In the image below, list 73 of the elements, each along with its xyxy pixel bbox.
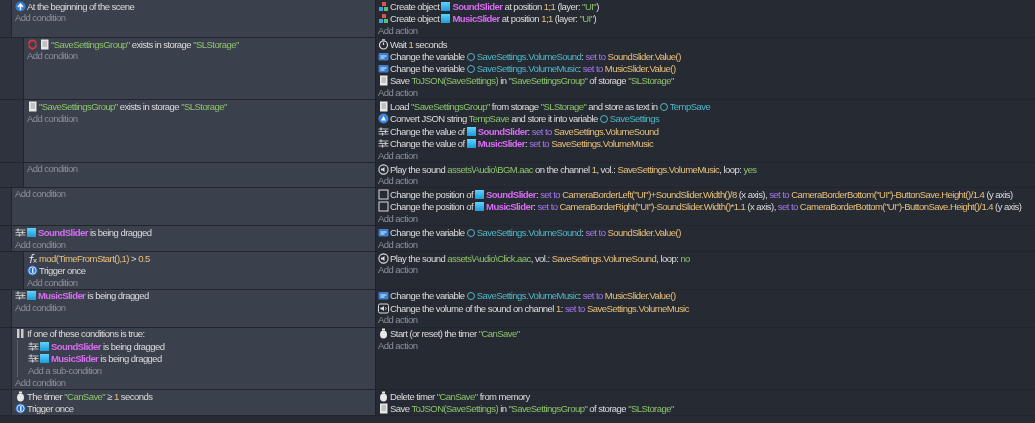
condition-text[interactable]: "SaveSettingsGroup" exists in storage "SLStorage" [51, 38, 239, 50]
action-text[interactable]: Wait 1 seconds [390, 38, 447, 50]
add-action-button[interactable]: Add action [378, 314, 418, 327]
action-text[interactable]: Delete timer "CanSave" from memory [390, 390, 530, 402]
speaker-icon [378, 163, 389, 175]
slider-icon [28, 340, 39, 352]
condition-text[interactable]: SoundSlider is being dragged [27, 227, 152, 238]
action-text[interactable]: Change the variable SaveSettings.VolumeSound: set to SoundSlider.Value() [390, 50, 681, 62]
condition-text[interactable]: SoundSlider is being dragged [40, 340, 165, 352]
variable-icon [378, 63, 389, 75]
trigger-icon [15, 403, 26, 415]
document-icon [27, 101, 38, 112]
volume-icon [378, 302, 389, 314]
slider-icon [15, 290, 26, 302]
add-action-button[interactable]: Add action [378, 238, 418, 251]
add-action-button[interactable]: Add action [378, 340, 418, 353]
condition-text[interactable]: The timer "CanSave" ≥ 1 seconds [27, 390, 153, 402]
bars-icon [15, 328, 26, 340]
action-text[interactable]: Change the variable SaveSettings.VolumeMusic: set to MusicSlider.Value() [390, 63, 676, 75]
slider-icon [378, 137, 389, 149]
convert-icon [378, 113, 389, 125]
timer-icon [378, 328, 389, 340]
condition-text[interactable]: mod(TimeFromStart(),1) > 0.5 [39, 252, 150, 264]
action-text[interactable]: Save ToJSON(SaveSettings) in "SaveSettingsGroup" of storage "SLStorage" [390, 75, 674, 87]
document-icon [378, 403, 389, 415]
speaker-icon [378, 252, 389, 264]
timer-icon [15, 390, 26, 402]
action-text[interactable]: Play the sound assets\Audio\BGM.aac on the channel 1, vol.: SaveSettings.VolumeMusic, loop: yes [390, 163, 757, 175]
add-action-button[interactable]: Add action [378, 175, 418, 188]
blocks-icon [378, 12, 389, 24]
action-text[interactable]: Create object MusicSlider at position 1;1 (layer: "UI") [390, 12, 597, 24]
function-icon [27, 252, 38, 264]
action-text[interactable]: Change the value of MusicSlider: set to SaveSettings.VolumeMusic [390, 137, 654, 149]
action-text[interactable]: Start (or reset) the timer "CanSave" [390, 328, 520, 340]
condition-text[interactable]: If one of these conditions is true: [27, 328, 145, 340]
action-text[interactable]: Change the volume of the sound on channel 1: set to SaveSettings.VolumeMusic [390, 302, 689, 314]
action-text[interactable]: Change the position of SoundSlider: set to CameraBorderLeft("UI")+SoundSlider.Width()/8 (x axis), set to CameraBorderBottom("UI")-ButtonSave.Height()/1.4 (y axis) [390, 189, 1013, 201]
slider-icon [15, 227, 26, 238]
slider-icon [28, 352, 39, 364]
slider-icon [378, 125, 389, 137]
stopwatch-icon [378, 38, 389, 50]
add-action-button[interactable]: Add action [378, 213, 418, 226]
start-icon [15, 0, 26, 12]
blocks-icon [378, 0, 389, 12]
square-icon [378, 201, 389, 213]
square-icon [378, 189, 389, 201]
condition-text[interactable]: MusicSlider is being dragged [40, 352, 162, 364]
condition-text[interactable]: At the beginning of the scene [27, 0, 135, 12]
variable-icon [378, 290, 389, 302]
condition-text[interactable]: "SaveSettingsGroup" exists in storage "SLStorage" [39, 101, 227, 112]
document-icon [39, 38, 50, 50]
action-text[interactable]: Change the variable SaveSettings.VolumeSound: set to SoundSlider.Value() [390, 227, 681, 238]
add-action-button[interactable]: Add action [378, 24, 418, 37]
document-icon [378, 101, 389, 112]
action-text[interactable]: Load "SaveSettingsGroup" from storage "SLStorage" and store as text in TempSave [390, 101, 711, 112]
condition-text[interactable]: Trigger once [39, 264, 86, 276]
document-icon [378, 75, 389, 87]
add-action-button[interactable]: Add action [378, 264, 418, 277]
condition-text[interactable]: Trigger once [27, 403, 74, 415]
add-action-button[interactable]: Add action [378, 149, 418, 162]
action-text[interactable]: Create object SoundSlider at position 1;1 (layer: "UI") [390, 0, 599, 12]
variable-icon [378, 50, 389, 62]
trigger-icon [27, 264, 38, 276]
action-text[interactable]: Play the sound assets\Audio\Click.aac, vol.: SaveSettings.VolumeSound, loop: no [390, 252, 690, 264]
action-text[interactable]: Change the value of SoundSlider: set to SaveSettings.VolumeSound [390, 125, 659, 137]
variable-icon [378, 227, 389, 238]
condition-text[interactable]: MusicSlider is being dragged [27, 290, 149, 302]
timer-icon [378, 390, 389, 402]
action-text[interactable]: Save ToJSON(SaveSettings) in "SaveSettingsGroup" of storage "SLStorage" [390, 403, 674, 415]
action-text[interactable]: Change the variable SaveSettings.VolumeMusic: set to MusicSlider.Value() [390, 290, 676, 302]
add-action-button[interactable]: Add action [378, 87, 418, 100]
action-text[interactable]: Change the position of MusicSlider: set to CameraBorderRight("UI")-SoundSlider.Width()*1.1 (x axis), set to CameraBorderBottom("UI")-ButtonSave.Height()/1.4 (y axis) [390, 201, 1022, 213]
action-text[interactable]: Convert JSON string TempSave and store it into variable SaveSettings [390, 113, 660, 125]
